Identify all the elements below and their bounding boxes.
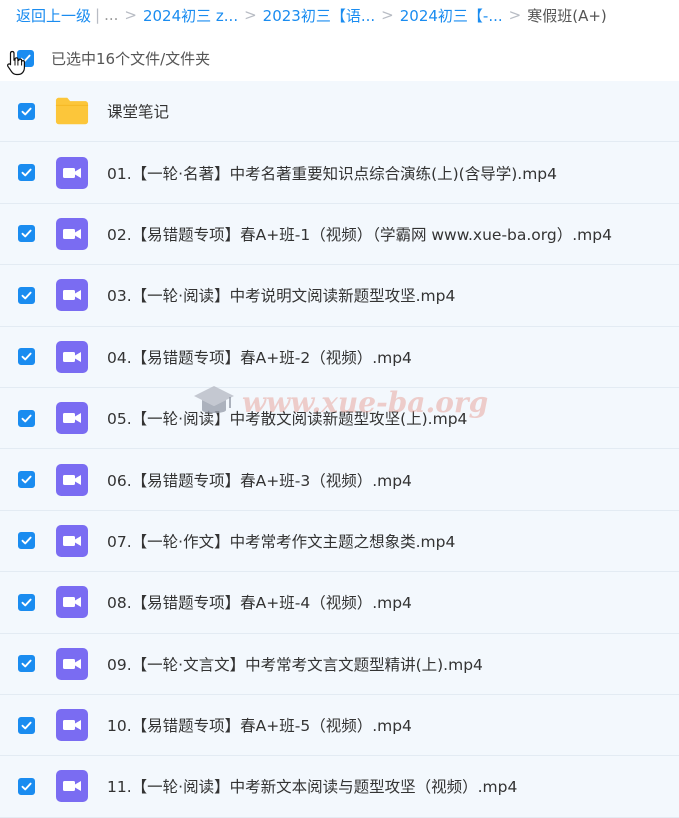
- check-icon: [21, 721, 32, 729]
- row-checkbox[interactable]: [18, 225, 35, 243]
- check-icon: [21, 782, 32, 791]
- row-checkbox[interactable]: [18, 655, 35, 673]
- row-checkbox[interactable]: [18, 471, 35, 489]
- selection-bar: 已选中16个文件/文件夹: [0, 40, 679, 76]
- check-icon: [21, 598, 32, 607]
- breadcrumb-separator: >: [124, 6, 137, 24]
- breadcrumb: 返回上一级 | ... > 2024初三 z... > 2023初三【语... …: [0, 0, 679, 30]
- file-name[interactable]: 02.【易错题专项】春A+班-1（视频）（学霸网 www.xue-ba.org）…: [107, 223, 612, 245]
- folder-row[interactable]: 课堂笔记: [0, 81, 679, 143]
- video-icon-wrap: [55, 769, 89, 803]
- row-checkbox[interactable]: [18, 102, 35, 120]
- row-checkbox[interactable]: [18, 532, 35, 550]
- check-icon: [21, 230, 32, 238]
- file-name[interactable]: 08.【易错题专项】春A+班-4（视频）.mp4: [107, 591, 412, 613]
- file-row[interactable]: 04.【易错题专项】春A+班-2（视频）.mp4: [0, 326, 679, 388]
- check-icon: [21, 107, 32, 116]
- video-icon-wrap: [55, 708, 89, 742]
- check-icon: [21, 414, 32, 422]
- video-file-icon: [56, 463, 88, 496]
- file-name[interactable]: 07.【一轮·作文】中考常考作文主题之想象类.mp4: [107, 530, 455, 552]
- file-row[interactable]: 03.【一轮·阅读】中考说明文阅读新题型攻坚.mp4: [0, 265, 679, 327]
- row-checkbox[interactable]: [18, 409, 35, 427]
- breadcrumb-separator: >: [381, 6, 394, 24]
- file-row[interactable]: 08.【易错题专项】春A+班-4（视频）.mp4: [0, 572, 679, 634]
- file-name[interactable]: 03.【一轮·阅读】中考说明文阅读新题型攻坚.mp4: [107, 284, 455, 306]
- video-icon-wrap: [55, 524, 89, 558]
- selection-count-text: 已选中16个文件/文件夹: [51, 49, 211, 68]
- video-file-icon: [56, 524, 88, 557]
- video-file-icon: [56, 770, 88, 803]
- file-row[interactable]: 10.【易错题专项】春A+班-5（视频）.mp4: [0, 694, 679, 757]
- video-icon-wrap: [55, 401, 89, 435]
- file-row[interactable]: 05.【一轮·阅读】中考散文阅读新题型攻坚(上).mp4: [0, 387, 679, 450]
- row-checkbox[interactable]: [18, 777, 35, 795]
- video-icon-wrap: [55, 463, 89, 497]
- video-icon-wrap: [55, 585, 89, 619]
- breadcrumb-crumb-2[interactable]: 2023初三【语...: [263, 5, 375, 26]
- file-name[interactable]: 11.【一轮·阅读】中考新文本阅读与题型攻坚（视频）.mp4: [107, 775, 517, 797]
- video-file-icon: [56, 217, 88, 250]
- video-file-icon: [56, 402, 88, 435]
- check-icon: [21, 659, 32, 668]
- file-row[interactable]: 02.【易错题专项】春A+班-1（视频）（学霸网 www.xue-ba.org）…: [0, 203, 679, 266]
- row-checkbox[interactable]: [18, 164, 35, 182]
- check-icon: [21, 168, 32, 177]
- file-list: 课堂笔记 01.【一轮·名著】中考名著重要知识点综合演练(上)(含导学).mp4 0…: [0, 81, 679, 818]
- breadcrumb-separator: >: [244, 6, 257, 24]
- breadcrumb-current: 寒假班(A+): [527, 6, 607, 25]
- file-row[interactable]: 11.【一轮·阅读】中考新文本阅读与题型攻坚（视频）.mp4: [0, 756, 679, 818]
- video-icon-wrap: [55, 647, 89, 681]
- video-file-icon: [56, 586, 88, 619]
- video-icon-wrap: [55, 217, 89, 251]
- video-icon-wrap: [55, 156, 89, 190]
- file-name[interactable]: 05.【一轮·阅读】中考散文阅读新题型攻坚(上).mp4: [107, 407, 467, 429]
- video-icon-wrap: [55, 340, 89, 374]
- video-file-icon: [56, 156, 88, 189]
- file-name[interactable]: 09.【一轮·文言文】中考常考文言文题型精讲(上).mp4: [107, 653, 483, 675]
- check-icon: [21, 352, 32, 361]
- folder-icon: [55, 97, 89, 125]
- file-name[interactable]: 课堂笔记: [107, 100, 169, 122]
- breadcrumb-separator: >: [508, 6, 522, 24]
- video-file-icon: [56, 709, 88, 742]
- file-name[interactable]: 06.【易错题专项】春A+班-3（视频）.mp4: [107, 469, 412, 491]
- file-row[interactable]: 01.【一轮·名著】中考名著重要知识点综合演练(上)(含导学).mp4: [0, 142, 679, 204]
- row-checkbox[interactable]: [18, 593, 35, 611]
- check-icon: [21, 291, 32, 300]
- video-icon-wrap: [55, 278, 89, 312]
- breadcrumb-separator: |: [95, 6, 101, 24]
- video-file-icon: [56, 340, 88, 373]
- breadcrumb-ellipsis[interactable]: ...: [104, 6, 118, 24]
- file-name[interactable]: 10.【易错题专项】春A+班-5（视频）.mp4: [107, 714, 412, 736]
- check-icon: [21, 537, 32, 545]
- breadcrumb-crumb-3[interactable]: 2024初三【-...: [400, 5, 503, 26]
- file-name[interactable]: 01.【一轮·名著】中考名著重要知识点综合演练(上)(含导学).mp4: [107, 162, 557, 184]
- breadcrumb-crumb-1[interactable]: 2024初三 z...: [143, 5, 238, 26]
- file-row[interactable]: 06.【易错题专项】春A+班-3（视频）.mp4: [0, 449, 679, 511]
- row-checkbox[interactable]: [18, 716, 35, 734]
- back-link[interactable]: 返回上一级: [16, 5, 91, 26]
- row-checkbox[interactable]: [18, 348, 35, 366]
- row-checkbox[interactable]: [18, 286, 35, 304]
- video-file-icon: [56, 279, 88, 312]
- check-icon: [21, 475, 32, 484]
- file-row[interactable]: 09.【一轮·文言文】中考常考文言文题型精讲(上).mp4: [0, 633, 679, 695]
- folder-icon-wrap: [55, 94, 89, 128]
- file-name[interactable]: 04.【易错题专项】春A+班-2（视频）.mp4: [107, 346, 412, 368]
- video-file-icon: [56, 647, 88, 680]
- hand-cursor-icon: [7, 50, 25, 76]
- file-row[interactable]: 07.【一轮·作文】中考常考作文主题之想象类.mp4: [0, 510, 679, 573]
